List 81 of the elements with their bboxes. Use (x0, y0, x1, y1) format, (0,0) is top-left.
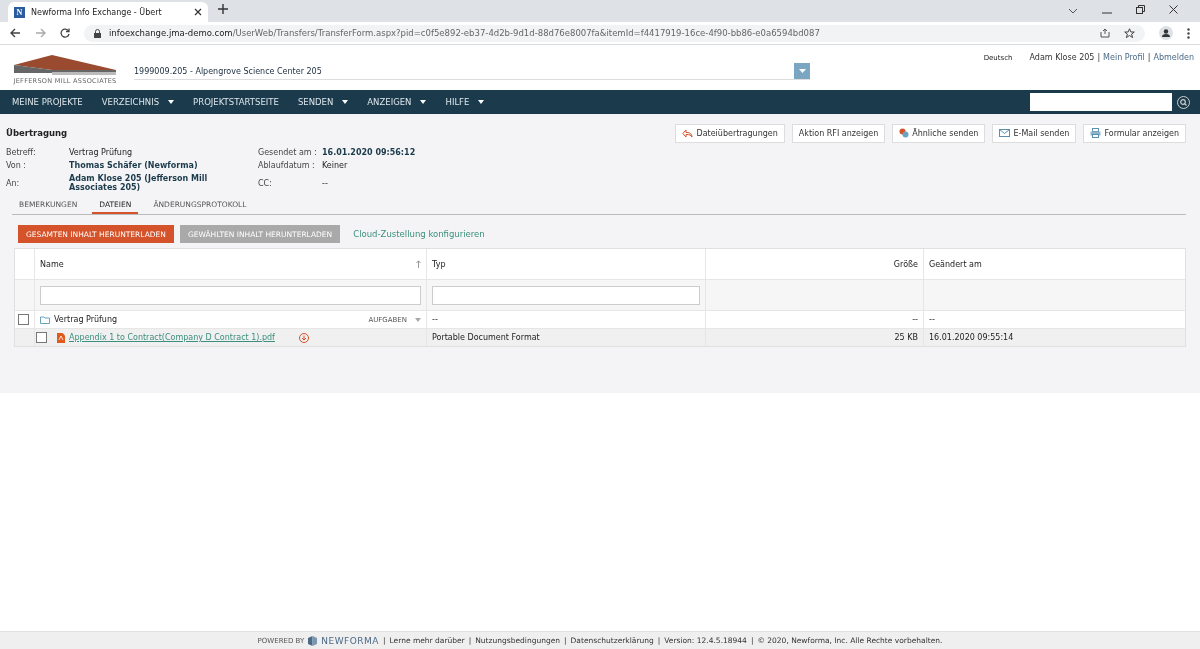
table-cell: 25 KB (894, 333, 918, 342)
field-label: CC: (258, 178, 273, 188)
page-title: Übertragung (6, 128, 68, 138)
action-button[interactable]: Formular anzeigen (1083, 123, 1186, 143)
nav-item[interactable]: ANZEIGEN (367, 97, 427, 107)
column-header[interactable]: Geändert am (929, 259, 982, 269)
separator: | (1147, 53, 1151, 62)
project-select[interactable]: 1999009.205 - Alpengrove Science Center 205 (134, 63, 810, 80)
field-value: -- (322, 178, 329, 188)
tab-title: Newforma Info Exchange - Übert (31, 7, 163, 17)
field-value: Vertrag Prüfung (69, 148, 134, 157)
field-label: Gesendet am : (258, 148, 318, 157)
filter-field[interactable] (40, 285, 421, 305)
nav-item[interactable]: VERZEICHNIS (101, 97, 175, 107)
column-header[interactable]: Größe (893, 259, 918, 269)
field-label: Betreff: (6, 148, 37, 157)
close-icon[interactable] (1169, 5, 1178, 14)
search-field[interactable] (1030, 93, 1172, 111)
sort-arrow-icon[interactable] (416, 260, 421, 268)
share-icon[interactable] (1100, 28, 1110, 38)
new-tab-icon[interactable] (218, 4, 228, 14)
column-header[interactable]: Name (40, 259, 64, 269)
browser-tab[interactable]: N Newforma Info Exchange - Übert (8, 2, 208, 22)
close-icon[interactable] (194, 8, 202, 16)
back-icon[interactable] (10, 28, 21, 38)
caret-icon[interactable] (168, 100, 175, 104)
nav-item[interactable]: SENDEN (297, 97, 349, 107)
caret-icon[interactable] (420, 100, 427, 104)
user-link[interactable]: Mein Profil (1103, 53, 1145, 62)
table-cell: 16.01.2020 09:55:14 (929, 333, 1014, 342)
action-button[interactable]: Ähnliche senden (892, 123, 986, 143)
field-value: Thomas Schäfer (Newforma) (69, 161, 199, 170)
field-value: Keiner (322, 161, 349, 170)
avatar-icon[interactable] (1159, 26, 1173, 40)
address-field[interactable]: infoexchange.jma-demo.com/UserWeb/Transfers/TransferForm.aspx?pid=c0f5e892-eb37-4d2b-9d1d-88d76e8007fa&itemId=f4417919-16ce-4f90-bb86-e0a6594bd087 (84, 24, 1145, 42)
chevron-down-icon[interactable] (1068, 8, 1078, 14)
field-label: An: (6, 178, 21, 188)
field-label: Ablaufdatum : (258, 161, 316, 170)
filter-field[interactable] (432, 285, 700, 305)
favicon: N (14, 6, 25, 18)
download-icon[interactable] (298, 332, 309, 343)
menu-icon[interactable] (1187, 27, 1190, 39)
copy-icon (899, 128, 910, 138)
folder-icon (40, 315, 50, 324)
nav-item[interactable]: PROJEKTSTARTSEITE (193, 97, 279, 107)
pdf-file-icon (57, 332, 65, 343)
separator: | (1097, 53, 1101, 62)
checkbox[interactable] (18, 314, 29, 325)
table-cell: Portable Document Format (432, 333, 540, 342)
mail-icon (999, 129, 1011, 137)
reload-icon[interactable] (60, 28, 70, 38)
brand-name: NEWFORMA (321, 635, 379, 646)
printer-icon (1090, 128, 1102, 138)
file-link[interactable]: Appendix 1 to Contract(Company D Contract 1).pdf (69, 333, 275, 342)
field-value: 16.01.2020 09:56:12 (322, 148, 417, 157)
checkbox[interactable] (36, 332, 47, 343)
logo-icon (308, 635, 318, 646)
folder-name[interactable]: Vertrag Prüfung (54, 315, 118, 324)
caret-icon[interactable] (342, 100, 349, 104)
user-link[interactable]: Abmelden (1153, 53, 1194, 62)
lock-icon[interactable] (94, 28, 101, 38)
user-name: Adam Klose 205 (1029, 53, 1095, 62)
caret-icon (798, 69, 806, 73)
table-cell: -- (912, 315, 918, 324)
field-value: Adam Klose 205 (Jefferson Mill Associates 205) (69, 174, 209, 192)
star-icon[interactable] (1124, 27, 1135, 39)
column-header[interactable]: Typ (432, 259, 446, 269)
dropdown-button[interactable] (794, 63, 810, 79)
action-button[interactable]: E-Mail senden (992, 123, 1077, 143)
table-cell: -- (929, 315, 935, 324)
restore-icon[interactable] (1136, 5, 1145, 14)
nav-item[interactable]: MEINE PROJEKTE (12, 97, 83, 107)
table-cell: -- (432, 315, 438, 324)
cloud-link[interactable]: Cloud-Zustellung konfigurieren (353, 229, 485, 239)
reply-icon (682, 128, 694, 138)
caret-icon[interactable] (478, 100, 485, 104)
nav-item[interactable]: HILFE (445, 97, 485, 107)
action-button[interactable]: Aktion RFI anzeigen (791, 123, 886, 143)
action-button[interactable]: Dateiübertragungen (675, 123, 785, 143)
field-label: Von : (6, 161, 28, 170)
search-icon[interactable] (1177, 95, 1190, 109)
